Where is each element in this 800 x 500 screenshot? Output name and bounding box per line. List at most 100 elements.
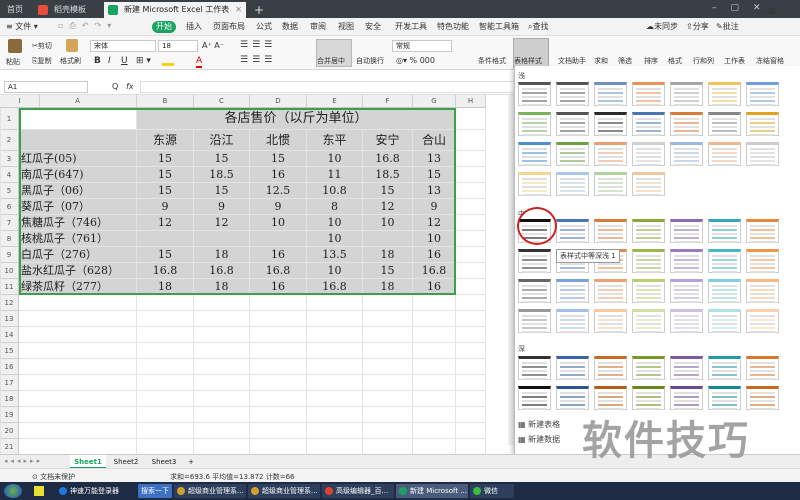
cell[interactable] [250, 327, 307, 343]
cell[interactable] [456, 359, 486, 375]
col-header-B[interactable]: B [137, 95, 194, 108]
task-excel[interactable]: 新建 Microsoft ... [396, 484, 468, 498]
medium-style-swatch[interactable] [670, 219, 703, 243]
cell[interactable] [0, 108, 1, 130]
cell[interactable] [307, 423, 363, 439]
wrap-text-button[interactable]: 自动换行 [356, 56, 384, 66]
cell[interactable] [307, 343, 363, 359]
cell[interactable] [19, 423, 137, 439]
cell[interactable] [194, 375, 250, 391]
col-header-D[interactable]: D [250, 95, 307, 108]
fill-color-icon[interactable] [162, 57, 174, 66]
font-grow-shrink[interactable]: A⁺ A⁻ [202, 41, 224, 50]
price-cell[interactable]: 12.5 [250, 183, 307, 199]
underline-button[interactable]: U [121, 56, 128, 66]
cell[interactable] [456, 199, 486, 215]
cell[interactable] [363, 391, 413, 407]
cell[interactable] [137, 343, 194, 359]
menu-insert[interactable]: 插入 [186, 21, 202, 32]
cell[interactable] [137, 327, 194, 343]
table-style-button[interactable]: 表格样式 [514, 56, 542, 66]
cell[interactable] [137, 407, 194, 423]
cell[interactable] [413, 391, 456, 407]
cell[interactable] [456, 423, 486, 439]
cell[interactable] [363, 407, 413, 423]
medium-style-swatch[interactable] [708, 219, 741, 243]
cell[interactable] [0, 439, 1, 455]
row-header-18[interactable]: 18 [0, 391, 19, 407]
dark-style-swatch[interactable] [670, 356, 703, 380]
format-painter-button[interactable]: 格式刷 [60, 56, 81, 66]
cell[interactable] [413, 407, 456, 423]
light-style-swatch[interactable] [632, 82, 665, 106]
tab-docer[interactable]: 稻壳模板 [34, 2, 100, 18]
cell[interactable] [456, 295, 486, 311]
cell[interactable] [0, 375, 1, 391]
cell[interactable] [0, 359, 1, 375]
cond-format-button[interactable]: 条件格式 [478, 56, 506, 66]
row-header-2[interactable]: 2 [0, 130, 19, 151]
cell[interactable] [19, 343, 137, 359]
cell[interactable] [0, 407, 1, 423]
light-style-swatch[interactable] [746, 142, 779, 166]
dark-style-swatch[interactable] [632, 356, 665, 380]
row-header-15[interactable]: 15 [0, 343, 19, 359]
cut-button[interactable]: ✂剪切 [32, 41, 52, 51]
format-painter-icon[interactable] [66, 39, 78, 52]
paste-icon[interactable] [8, 39, 22, 53]
medium-style-swatch[interactable] [746, 309, 779, 333]
price-cell[interactable]: 8 [307, 199, 363, 215]
cell[interactable] [194, 311, 250, 327]
price-cell[interactable]: 16 [413, 247, 456, 263]
medium-style-swatch[interactable] [518, 309, 551, 333]
cell[interactable] [19, 108, 137, 130]
cell[interactable] [307, 375, 363, 391]
price-cell[interactable]: 10 [307, 215, 363, 231]
new-table-style-button[interactable]: ▦ 新建表格 [518, 419, 560, 430]
price-cell[interactable]: 10 [250, 215, 307, 231]
sheet-tab-1[interactable]: Sheet1 [70, 455, 106, 469]
cell[interactable] [307, 359, 363, 375]
row-header-14[interactable]: 14 [0, 327, 19, 343]
minimize-icon[interactable]: – [712, 3, 731, 13]
medium-style-swatch[interactable] [708, 309, 741, 333]
row-header-8[interactable]: 8 [0, 231, 19, 247]
price-cell[interactable]: 12 [137, 215, 194, 231]
share-button[interactable]: ⇪分享 [686, 21, 709, 32]
worksheet-button[interactable]: 工作表 [724, 56, 745, 66]
number-format-select[interactable]: 常规 [392, 40, 452, 52]
price-cell[interactable]: 13 [413, 151, 456, 167]
price-cell[interactable]: 9 [137, 199, 194, 215]
menu-view[interactable]: 视图 [338, 21, 354, 32]
price-cell[interactable]: 16.8 [307, 279, 363, 295]
cell[interactable] [456, 167, 486, 183]
cell[interactable] [19, 375, 137, 391]
cell[interactable] [137, 423, 194, 439]
cell[interactable] [456, 130, 486, 151]
light-style-swatch[interactable] [632, 142, 665, 166]
medium-style-swatch[interactable] [632, 279, 665, 303]
light-style-swatch[interactable] [556, 112, 589, 136]
cell[interactable] [0, 343, 1, 359]
light-style-swatch[interactable] [556, 142, 589, 166]
light-style-swatch[interactable] [632, 172, 665, 196]
medium-style-swatch[interactable] [632, 249, 665, 273]
medium-style-swatch[interactable] [708, 279, 741, 303]
product-name-cell[interactable]: 绿茶瓜籽（277） [19, 279, 137, 295]
tab-home[interactable]: 首页 [0, 2, 30, 18]
medium-style-swatch[interactable] [556, 219, 589, 243]
cell[interactable] [0, 231, 1, 247]
price-cell[interactable]: 18 [194, 279, 250, 295]
cell[interactable] [0, 151, 1, 167]
cell[interactable] [250, 375, 307, 391]
price-cell[interactable]: 16.8 [363, 151, 413, 167]
cell[interactable] [194, 295, 250, 311]
cell[interactable] [19, 439, 137, 455]
price-cell[interactable]: 13.5 [307, 247, 363, 263]
price-cell[interactable]: 10.8 [307, 183, 363, 199]
price-cell[interactable]: 15 [137, 167, 194, 183]
protect-status[interactable]: ⊙ 文档未保护 [32, 472, 75, 482]
row-header-21[interactable]: 21 [0, 439, 19, 455]
row-header-12[interactable]: 12 [0, 295, 19, 311]
price-cell[interactable]: 15 [137, 183, 194, 199]
